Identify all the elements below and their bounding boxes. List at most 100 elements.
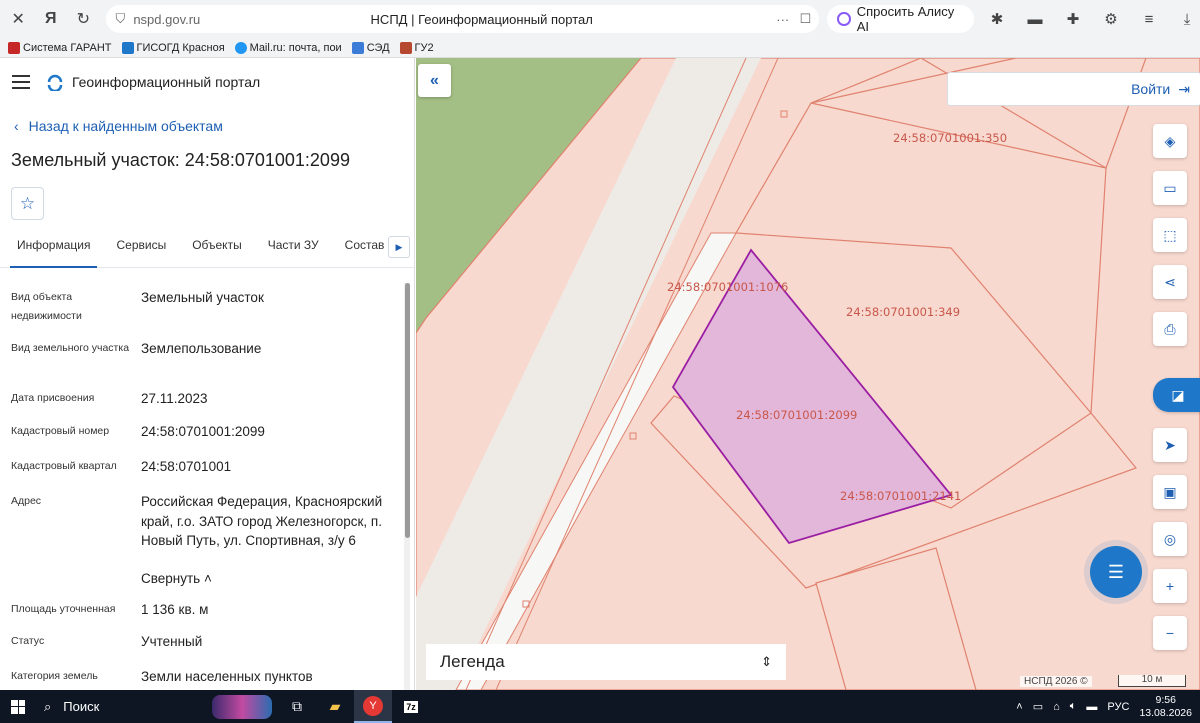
map-canvas bbox=[416, 58, 1200, 690]
bookmark-garant[interactable]: Система ГАРАНТ bbox=[8, 41, 112, 54]
puzzle-icon[interactable]: ✚ bbox=[1060, 6, 1086, 32]
bookmarks-bar: Система ГАРАНТ ГИСОГД Красноя Mail.ru: п… bbox=[0, 38, 1200, 58]
zoom-in-button[interactable]: + bbox=[1153, 569, 1187, 603]
tab-information[interactable]: Информация bbox=[10, 236, 98, 268]
windows-taskbar: ⌕ Поиск ⧉ ▰ Y 7z ˄ ▭ ⌂ 🔈︎ ▬ РУС 9:56 13.… bbox=[0, 690, 1200, 723]
chevron-up-icon[interactable]: ˄ bbox=[1016, 701, 1022, 713]
minimap-button[interactable]: ▣ bbox=[1153, 475, 1187, 509]
url-domain: nspd.gov.ru bbox=[133, 11, 201, 27]
yandex-browser-app[interactable]: Y bbox=[354, 690, 392, 723]
hamburger-menu-icon[interactable] bbox=[12, 75, 30, 89]
address-bar[interactable]: ⛉ nspd.gov.ru НСПД | Геоинформационный п… bbox=[105, 5, 820, 33]
download-icon[interactable]: ⤓ bbox=[1174, 6, 1200, 32]
bookmark-sed[interactable]: СЭД bbox=[351, 41, 390, 54]
object-title: Земельный участок: 24:58:0701001:2099 bbox=[11, 150, 350, 170]
menu-icon[interactable]: ≡ bbox=[1136, 6, 1162, 32]
widgets-icon bbox=[212, 694, 272, 719]
collapse-panel-button[interactable]: « bbox=[418, 64, 451, 97]
print-button[interactable]: ⎙ bbox=[1153, 312, 1187, 346]
chat-bubble-icon: ◪ bbox=[1171, 386, 1185, 403]
start-button[interactable] bbox=[0, 690, 36, 723]
chevron-up-icon: ˄ bbox=[203, 571, 212, 586]
select-area-button[interactable]: ⬚ bbox=[1153, 218, 1187, 252]
feedback-button[interactable]: ◪ bbox=[1153, 378, 1200, 412]
widgets-app[interactable] bbox=[206, 690, 278, 723]
map-attribution: НСПД 2026 © bbox=[1020, 676, 1092, 687]
settings-gear-icon[interactable]: ⚙ bbox=[1098, 6, 1124, 32]
alice-button[interactable]: Спросить Алису AI bbox=[827, 4, 975, 34]
select-area-icon: ⬚ bbox=[1163, 226, 1177, 243]
plus-icon: + bbox=[1165, 578, 1175, 594]
parcel-label-349: 24:58:0701001:349 bbox=[846, 305, 961, 319]
bookmark-gisogd[interactable]: ГИСОГД Красноя bbox=[121, 41, 225, 54]
7zip-icon: 7z bbox=[404, 700, 418, 713]
battery-icon[interactable]: ▬ bbox=[1086, 701, 1097, 713]
chat-icon: ☰ bbox=[1107, 561, 1125, 582]
geolocation-button[interactable]: ➤ bbox=[1153, 428, 1187, 462]
7zip-app[interactable]: 7z bbox=[392, 690, 430, 723]
info-tabs: Информация Сервисы Объекты Части ЗУ Сост… bbox=[0, 236, 414, 268]
search-location-button[interactable]: ◎ bbox=[1153, 522, 1187, 556]
ruler-button[interactable]: ▭ bbox=[1153, 171, 1187, 205]
map-view[interactable]: 24:58:0701001:350 24:58:0701001:1076 24:… bbox=[416, 58, 1200, 690]
tabs-icon[interactable]: ▬ bbox=[1022, 6, 1048, 32]
yandex-browser-icon: Y bbox=[363, 695, 383, 716]
task-view-app[interactable]: ⧉ bbox=[278, 690, 316, 723]
yandex-icon[interactable]: Я bbox=[37, 4, 66, 34]
map-scale: 10 м bbox=[1118, 675, 1186, 687]
zoom-out-button[interactable]: − bbox=[1153, 616, 1187, 650]
taskbar-search[interactable]: ⌕ Поиск bbox=[36, 690, 206, 723]
support-chat-button[interactable]: ☰ bbox=[1090, 546, 1142, 598]
language-indicator[interactable]: РУС bbox=[1107, 701, 1129, 713]
portal-name: Геоинформационный портал bbox=[72, 74, 261, 90]
minimap-icon: ▣ bbox=[1163, 483, 1177, 500]
parcel-label-2099: 24:58:0701001:2099 bbox=[736, 408, 858, 422]
panel-scrollbar[interactable] bbox=[404, 283, 410, 690]
tab-services[interactable]: Сервисы bbox=[109, 236, 173, 268]
bookmark-mailru[interactable]: Mail.ru: почта, пои bbox=[234, 41, 342, 54]
parcel-label-350: 24:58:0701001:350 bbox=[893, 131, 1008, 145]
extension-icon[interactable]: ✱ bbox=[984, 6, 1010, 32]
layers-icon: ◈ bbox=[1164, 132, 1176, 149]
shield-icon: ⛉ bbox=[115, 11, 126, 26]
parcel-label-1076: 24:58:0701001:1076 bbox=[667, 280, 789, 294]
parcel-label-2141: 24:58:0701001:2141 bbox=[840, 489, 962, 503]
reload-icon[interactable]: ↻ bbox=[69, 4, 98, 34]
tab-composition[interactable]: Состав bbox=[338, 236, 392, 268]
task-view-icon: ⧉ bbox=[292, 698, 302, 714]
search-location-icon: ◎ bbox=[1163, 530, 1177, 547]
page-title: НСПД | Геоинформационный портал bbox=[370, 11, 593, 27]
favorite-star-button[interactable]: ☆ bbox=[11, 187, 44, 220]
close-tab-icon[interactable]: ✕ bbox=[4, 4, 33, 34]
monitor-icon[interactable]: ▭ bbox=[1033, 700, 1043, 713]
bookmark-icon[interactable]: ☐ bbox=[800, 11, 812, 27]
scrollbar-thumb[interactable] bbox=[405, 283, 410, 538]
login-button[interactable]: Войти ⇥ bbox=[947, 72, 1200, 106]
file-explorer-app[interactable]: ▰ bbox=[316, 690, 354, 723]
minus-icon: − bbox=[1165, 625, 1175, 641]
clock[interactable]: 9:56 13.08.2026 bbox=[1139, 694, 1192, 720]
back-to-results-link[interactable]: ‹ Назад к найденным объектам bbox=[0, 112, 414, 140]
tabs-scroll-right-icon[interactable]: ▶ bbox=[388, 236, 410, 258]
share-button[interactable]: ⋖ bbox=[1153, 265, 1187, 299]
alice-label: Спросить Алису AI bbox=[856, 4, 955, 34]
portal-logo-icon bbox=[47, 74, 63, 91]
search-icon: ⌕ bbox=[44, 698, 52, 714]
tab-objects[interactable]: Объекты bbox=[185, 236, 249, 268]
more-icon[interactable]: ··· bbox=[776, 12, 789, 27]
bookmark-gu2[interactable]: ГУ2 bbox=[399, 41, 434, 54]
navigation-arrow-icon: ➤ bbox=[1164, 436, 1176, 453]
chevron-left-icon: ‹ bbox=[14, 118, 19, 134]
object-info-panel: Геоинформационный портал ‹ Назад к найде… bbox=[0, 58, 415, 690]
layers-button[interactable]: ◈ bbox=[1153, 124, 1187, 158]
legend-dropdown[interactable]: Легенда ⇕ bbox=[426, 644, 786, 680]
chevron-updown-icon: ⇕ bbox=[761, 654, 772, 669]
alice-icon bbox=[837, 12, 851, 26]
tab-parts[interactable]: Части ЗУ bbox=[261, 236, 326, 268]
browser-toolbar: ✕ Я ↻ ⛉ nspd.gov.ru НСПД | Геоинформацио… bbox=[0, 0, 1200, 38]
network-icon[interactable]: ⌂ bbox=[1053, 701, 1060, 713]
collapse-link[interactable]: Свернуть ˄ bbox=[141, 569, 391, 589]
system-tray: ˄ ▭ ⌂ 🔈︎ ▬ РУС 9:56 13.08.2026 bbox=[1016, 694, 1200, 720]
share-icon: ⋖ bbox=[1164, 273, 1176, 290]
volume-icon[interactable]: 🔈︎ bbox=[1070, 700, 1077, 713]
